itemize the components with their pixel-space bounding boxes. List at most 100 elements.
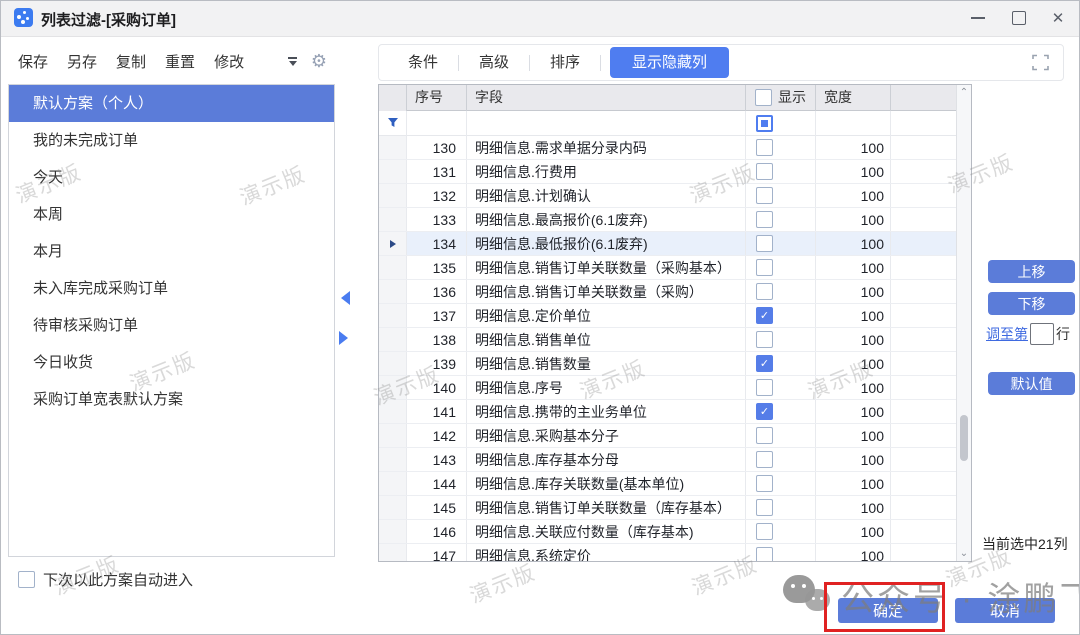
row-checkbox[interactable] <box>756 259 773 276</box>
filter-checkbox[interactable] <box>756 115 773 132</box>
row-checkbox[interactable] <box>756 235 773 252</box>
header-field: 字段 <box>467 85 746 111</box>
row-empty-cell <box>891 184 957 207</box>
jump-row-input[interactable] <box>1030 323 1054 345</box>
sidebar-item-8[interactable]: 采购订单宽表默认方案 <box>9 381 334 418</box>
row-checkbox[interactable] <box>756 307 773 324</box>
row-checkbox[interactable] <box>756 283 773 300</box>
table-row[interactable]: 145明细信息.销售订单关联数量（库存基本）100 <box>379 496 971 520</box>
row-checkbox[interactable] <box>756 211 773 228</box>
toolbar-button-1[interactable]: 另存 <box>67 51 97 72</box>
table-row[interactable]: 133明细信息.最高报价(6.1废弃)100 <box>379 208 971 232</box>
row-checkbox[interactable] <box>756 427 773 444</box>
auto-enter-checkbox[interactable] <box>18 571 35 588</box>
filter-no-cell[interactable] <box>407 111 467 136</box>
row-show-cell <box>746 184 816 207</box>
sidebar-item-4[interactable]: 本月 <box>9 233 334 270</box>
row-width: 100 <box>816 208 891 231</box>
row-indicator-cell <box>379 208 407 231</box>
sidebar-item-6[interactable]: 待审核采购订单 <box>9 307 334 344</box>
row-show-cell <box>746 352 816 375</box>
filter-field-cell[interactable] <box>467 111 746 136</box>
header-show: 显示 <box>746 85 816 111</box>
toolbar-button-4[interactable]: 修改 <box>214 51 244 72</box>
table-row[interactable]: 132明细信息.计划确认100 <box>379 184 971 208</box>
tab-0[interactable]: 条件 <box>397 47 449 78</box>
row-checkbox[interactable] <box>756 379 773 396</box>
filter-width-cell[interactable] <box>816 111 891 136</box>
table-row[interactable]: 143明细信息.库存基本分母100 <box>379 448 971 472</box>
gear-icon[interactable]: ⚙ <box>311 52 327 70</box>
row-show-cell <box>746 520 816 543</box>
row-checkbox[interactable] <box>756 499 773 516</box>
row-empty-cell <box>891 136 957 159</box>
table-body: 130明细信息.需求单据分录内码100131明细信息.行费用100132明细信息… <box>379 136 971 562</box>
sidebar-item-2[interactable]: 今天 <box>9 159 334 196</box>
table-row[interactable]: 138明细信息.销售单位100 <box>379 328 971 352</box>
table-row[interactable]: 147明细信息.系统定价100 <box>379 544 971 562</box>
row-checkbox[interactable] <box>756 475 773 492</box>
sidebar-item-1[interactable]: 我的未完成订单 <box>9 122 334 159</box>
row-no: 137 <box>407 304 467 327</box>
tab-3[interactable]: 显示隐藏列 <box>610 47 729 78</box>
sidebar-item-3[interactable]: 本周 <box>9 196 334 233</box>
toolbar-button-2[interactable]: 复制 <box>116 51 146 72</box>
tab-1[interactable]: 高级 <box>468 47 520 78</box>
row-checkbox[interactable] <box>756 331 773 348</box>
row-checkbox[interactable] <box>756 451 773 468</box>
close-button[interactable]: ✕ <box>1039 0 1077 36</box>
select-all-checkbox[interactable] <box>755 89 772 106</box>
default-value-button[interactable]: 默认值 <box>988 372 1075 395</box>
table-row[interactable]: 141明细信息.携带的主业务单位100 <box>379 400 971 424</box>
row-checkbox[interactable] <box>756 523 773 540</box>
row-empty-cell <box>891 160 957 183</box>
fullscreen-icon[interactable] <box>1032 54 1049 71</box>
row-field: 明细信息.序号 <box>467 376 746 399</box>
sidebar-item-0[interactable]: 默认方案（个人） <box>9 85 334 122</box>
row-checkbox[interactable] <box>756 139 773 156</box>
row-show-cell <box>746 328 816 351</box>
jump-to-row-link[interactable]: 调至第 <box>986 324 1028 344</box>
table-row[interactable]: 139明细信息.销售数量100 <box>379 352 971 376</box>
filter-row[interactable] <box>379 111 971 136</box>
scroll-down-icon[interactable]: ⌄ <box>957 548 971 559</box>
row-checkbox[interactable] <box>756 355 773 372</box>
table-row[interactable]: 131明细信息.行费用100 <box>379 160 971 184</box>
row-checkbox[interactable] <box>756 187 773 204</box>
row-checkbox[interactable] <box>756 163 773 180</box>
tab-2[interactable]: 排序 <box>539 47 591 78</box>
move-down-button[interactable]: 下移 <box>988 292 1075 315</box>
scroll-up-icon[interactable]: ⌃ <box>957 87 971 98</box>
header-width: 宽度 <box>816 85 891 111</box>
table-row[interactable]: 130明细信息.需求单据分录内码100 <box>379 136 971 160</box>
maximize-button[interactable] <box>1000 0 1038 36</box>
sidebar-item-7[interactable]: 今日收货 <box>9 344 334 381</box>
table-row[interactable]: 136明细信息.销售订单关联数量（采购）100 <box>379 280 971 304</box>
minimize-button[interactable] <box>959 0 997 36</box>
table-row[interactable]: 135明细信息.销售订单关联数量（采购基本）100 <box>379 256 971 280</box>
row-checkbox[interactable] <box>756 547 773 562</box>
row-width: 100 <box>816 160 891 183</box>
row-field: 明细信息.销售单位 <box>467 328 746 351</box>
scrollbar-thumb[interactable] <box>960 415 968 461</box>
jump-to-row: 调至第 行 <box>986 323 1070 345</box>
row-checkbox[interactable] <box>756 403 773 420</box>
table-scrollbar[interactable]: ⌃ ⌄ <box>956 85 971 561</box>
table-row[interactable]: 142明细信息.采购基本分子100 <box>379 424 971 448</box>
move-up-button[interactable]: 上移 <box>988 260 1075 283</box>
expand-right-icon[interactable] <box>339 331 348 345</box>
row-show-cell <box>746 376 816 399</box>
table-row[interactable]: 146明细信息.关联应付数量（库存基本)100 <box>379 520 971 544</box>
toolbar-button-3[interactable]: 重置 <box>165 51 195 72</box>
fold-icon[interactable] <box>287 57 299 66</box>
sidebar-item-5[interactable]: 未入库完成采购订单 <box>9 270 334 307</box>
toolbar-button-0[interactable]: 保存 <box>18 51 48 72</box>
table-row[interactable]: 137明细信息.定价单位100 <box>379 304 971 328</box>
tab-separator <box>600 55 601 71</box>
table-row[interactable]: 134明细信息.最低报价(6.1废弃)100 <box>379 232 971 256</box>
row-empty-cell <box>891 376 957 399</box>
collapse-left-icon[interactable] <box>341 291 350 305</box>
cancel-button[interactable]: 取消 <box>955 598 1055 623</box>
table-row[interactable]: 144明细信息.库存关联数量(基本单位)100 <box>379 472 971 496</box>
table-row[interactable]: 140明细信息.序号100 <box>379 376 971 400</box>
